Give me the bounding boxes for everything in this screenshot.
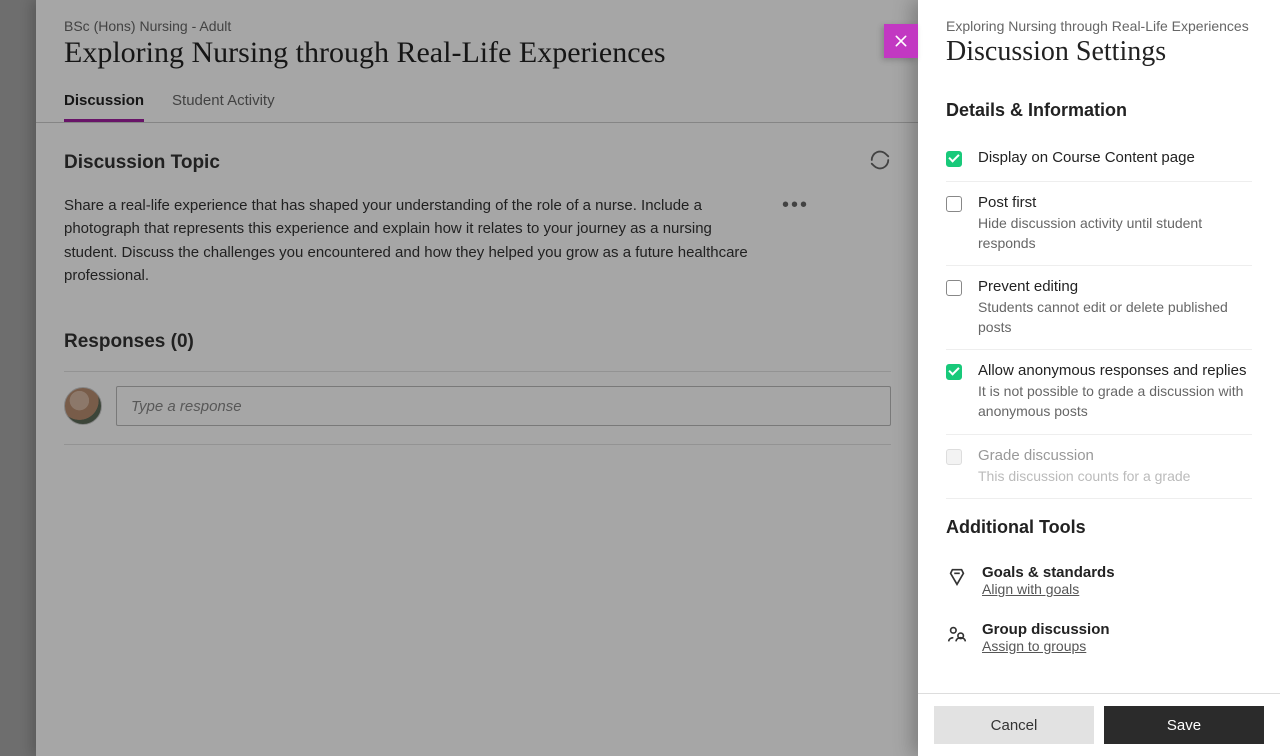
goals-link[interactable]: Align with goals (982, 581, 1115, 597)
group-icon (946, 623, 968, 645)
label-grade-discussion: Grade discussion (978, 447, 1252, 464)
checkbox-grade-discussion (946, 449, 962, 465)
setting-prevent-editing: Prevent editing Students cannot edit or … (946, 266, 1252, 350)
checkbox-post-first[interactable] (946, 196, 962, 212)
label-display-on-content: Display on Course Content page (978, 149, 1252, 166)
group-title: Group discussion (982, 621, 1110, 638)
setting-grade-discussion: Grade discussion This discussion counts … (946, 435, 1252, 500)
discussion-main-column: Discussion Topic Share a real-life exper… (64, 149, 920, 445)
setting-allow-anonymous: Allow anonymous responses and replies It… (946, 350, 1252, 434)
sub-grade-discussion: This discussion counts for a grade (978, 467, 1252, 487)
cancel-button[interactable]: Cancel (934, 706, 1094, 744)
setting-display-on-content: Display on Course Content page (946, 137, 1252, 182)
save-button[interactable]: Save (1104, 706, 1264, 744)
tools-heading: Additional Tools (946, 517, 1252, 538)
topic-heading: Discussion Topic (64, 152, 220, 174)
settings-subtitle: Exploring Nursing through Real-Life Expe… (946, 18, 1252, 34)
tool-goals-standards: Goals & standards Align with goals (946, 554, 1252, 611)
avatar (64, 387, 102, 425)
settings-title: Discussion Settings (946, 36, 1252, 68)
tab-student-activity[interactable]: Student Activity (172, 92, 275, 122)
goals-icon (946, 566, 968, 588)
responses-heading: Responses (0) (64, 331, 891, 353)
settings-footer: Cancel Save (918, 693, 1280, 756)
topic-body: Share a real-life experience that has sh… (64, 194, 764, 287)
label-allow-anonymous: Allow anonymous responses and replies (978, 362, 1252, 379)
details-heading: Details & Information (946, 100, 1252, 121)
checkbox-prevent-editing[interactable] (946, 280, 962, 296)
settings-header: Exploring Nursing through Real-Life Expe… (918, 0, 1280, 78)
response-placeholder: Type a response (131, 398, 242, 415)
close-button[interactable] (884, 24, 918, 58)
response-compose-row: Type a response (64, 371, 891, 445)
tab-discussion[interactable]: Discussion (64, 92, 144, 122)
checkbox-allow-anonymous[interactable] (946, 364, 962, 380)
checkbox-display-on-content[interactable] (946, 151, 962, 167)
tool-group-discussion: Group discussion Assign to groups (946, 611, 1252, 668)
sub-post-first: Hide discussion activity until student r… (978, 214, 1252, 253)
far-left-sidebar (0, 0, 36, 756)
more-options-icon[interactable]: ••• (782, 194, 809, 217)
settings-scroll: Details & Information Display on Course … (918, 78, 1280, 693)
group-link[interactable]: Assign to groups (982, 638, 1110, 654)
sub-allow-anonymous: It is not possible to grade a discussion… (978, 382, 1252, 421)
setting-post-first: Post first Hide discussion activity unti… (946, 182, 1252, 266)
refresh-icon[interactable] (869, 149, 891, 176)
response-input[interactable]: Type a response (116, 386, 891, 426)
sub-prevent-editing: Students cannot edit or delete published… (978, 298, 1252, 337)
label-post-first: Post first (978, 194, 1252, 211)
goals-title: Goals & standards (982, 564, 1115, 581)
label-prevent-editing: Prevent editing (978, 278, 1252, 295)
settings-panel: Exploring Nursing through Real-Life Expe… (918, 0, 1280, 756)
